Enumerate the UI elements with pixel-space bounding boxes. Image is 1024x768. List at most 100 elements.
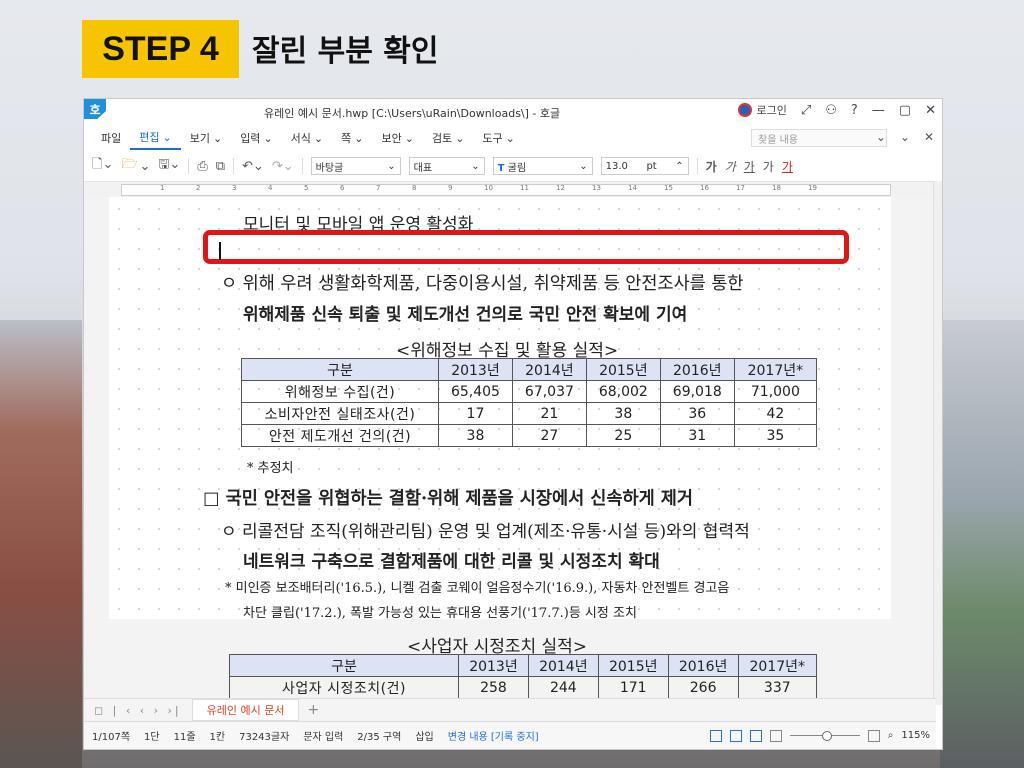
table-cell: 67,037 bbox=[511, 380, 587, 403]
chevron-down-icon: ⌄ bbox=[354, 131, 364, 145]
table-row: 안전 제도개선 건의(건) 38 27 25 31 35 bbox=[241, 424, 818, 447]
ruler-tick: 5 bbox=[304, 184, 309, 192]
redo-icon[interactable]: ↷⌄ bbox=[272, 159, 294, 174]
strikethrough-button[interactable]: 가 bbox=[763, 158, 774, 175]
toolbar-divider bbox=[696, 158, 698, 174]
menu-security[interactable]: 보안 ⌄ bbox=[372, 125, 422, 151]
chevron-down-icon: ⌄ bbox=[455, 131, 465, 145]
new-document-icon[interactable]: 🗋⌄ bbox=[92, 155, 113, 177]
spinner-icon[interactable]: ⌃ bbox=[675, 161, 683, 172]
ribbon-close-icon[interactable]: ✕ bbox=[924, 130, 934, 144]
zoom-level[interactable]: 115% bbox=[901, 730, 930, 741]
table-cell: 337 bbox=[737, 676, 818, 699]
view-width-icon[interactable] bbox=[729, 729, 742, 742]
magnifier-icon[interactable]: ⌕ bbox=[888, 730, 894, 741]
style-select[interactable]: 바탕글 ⌄ bbox=[310, 157, 401, 175]
table-header-row: 구분 2013년 2014년 2015년 2016년 2017년* bbox=[241, 358, 818, 381]
chevron-down-icon: ⌄ bbox=[404, 131, 414, 145]
font-size-input[interactable]: 13.0 pt ⌃ bbox=[600, 157, 689, 175]
table-cell: 사업자 시정조치(건) bbox=[229, 676, 459, 699]
table-header-cell: 2014년 bbox=[511, 358, 587, 381]
menu-view[interactable]: 보기 ⌄ bbox=[181, 125, 231, 151]
text-cursor bbox=[219, 242, 221, 260]
status-char-count: 73243글자 bbox=[239, 732, 290, 743]
language-select[interactable]: 대표 ⌄ bbox=[408, 157, 485, 175]
ribbon-toggle-icon[interactable]: ⌄ bbox=[900, 130, 910, 144]
status-insert[interactable]: 삽입 bbox=[415, 728, 433, 743]
save-icon[interactable]: 🖫⌄ bbox=[158, 155, 180, 177]
fullscreen-icon[interactable]: ⤢ bbox=[801, 103, 811, 118]
document-area[interactable]: 모니터 및 모바일 앱 운영 활성화 ㅇ 위해 우려 생활화학제품, 다중이용시… bbox=[84, 197, 936, 705]
ruler-tick: 8 bbox=[412, 184, 417, 192]
view-single-icon[interactable] bbox=[769, 729, 782, 742]
minimize-button[interactable]: — bbox=[872, 103, 885, 118]
undo-icon[interactable]: ↶⌄ bbox=[242, 159, 264, 174]
toolbar-divider bbox=[188, 158, 190, 174]
status-mode: 문자 입력 bbox=[303, 732, 344, 743]
find-input[interactable]: 찾을 내용 bbox=[751, 129, 887, 147]
ruler-tick: 10 bbox=[484, 184, 493, 192]
chevron-down-icon: ⌄ bbox=[212, 131, 223, 145]
table-cell: 27 bbox=[511, 424, 587, 447]
view-full-icon[interactable] bbox=[749, 729, 762, 742]
table-cell: 42 bbox=[733, 402, 818, 425]
zoom-controls: ⌕ 115% bbox=[709, 729, 930, 742]
ruler-scale: 1 2 3 4 5 6 7 8 9 10 11 12 13 14 15 16 1… bbox=[121, 184, 891, 196]
menu-tools[interactable]: 도구 ⌄ bbox=[473, 125, 523, 151]
doc-bullet2-line2: 네트워크 구축으로 결함제품에 대한 리콜 및 시정조치 확대 bbox=[243, 552, 660, 572]
add-tab-button[interactable]: + bbox=[307, 702, 319, 718]
hand-icon[interactable]: ⚇ bbox=[825, 103, 837, 118]
tab-document[interactable]: 유레인 예시 문서 bbox=[191, 699, 300, 721]
open-folder-icon[interactable]: 🗁 ⌄ bbox=[121, 155, 150, 177]
help-icon[interactable]: ? bbox=[851, 103, 858, 118]
zoom-fit-icon[interactable] bbox=[867, 729, 880, 742]
table-header-cell: 구분 bbox=[229, 654, 459, 677]
ruler-tick: 15 bbox=[664, 184, 673, 192]
menu-page[interactable]: 쪽 ⌄ bbox=[332, 125, 372, 151]
font-color-button[interactable]: 가 bbox=[782, 158, 793, 175]
status-track-changes[interactable]: 변경 내용 [기록 중지] bbox=[448, 728, 539, 743]
table-cell: 35 bbox=[733, 424, 818, 447]
table-cell: 65,405 bbox=[438, 380, 513, 403]
preview-icon[interactable]: ⧉ bbox=[216, 159, 225, 174]
ruler-tick: 17 bbox=[736, 184, 745, 192]
underline-button[interactable]: 가 bbox=[744, 158, 755, 175]
status-section[interactable]: 2/35 구역 bbox=[357, 728, 401, 743]
vertical-scrollbar[interactable] bbox=[933, 181, 942, 705]
italic-button[interactable]: 가 bbox=[725, 158, 736, 175]
chevron-down-icon: ⌄ bbox=[162, 130, 172, 144]
maximize-button[interactable]: ▢ bbox=[899, 103, 911, 118]
menu-file[interactable]: 파일 bbox=[92, 125, 130, 151]
ruler-tick: 18 bbox=[772, 184, 781, 192]
font-select[interactable]: T 굴림 ⌄ bbox=[492, 157, 593, 175]
table-cell: 38 bbox=[438, 424, 513, 447]
ruler-tick: 13 bbox=[592, 184, 601, 192]
menu-format[interactable]: 서식 ⌄ bbox=[282, 125, 332, 151]
menu-insert[interactable]: 입력 ⌄ bbox=[231, 125, 281, 151]
ruler-tick: 9 bbox=[448, 184, 453, 192]
tab-navigation[interactable]: ◻ | ‹ ‹ › ›| bbox=[94, 704, 182, 717]
note2-line2: 차단 클립('17.2.), 폭발 가능성 있는 휴대용 선풍기('17.7.)… bbox=[243, 606, 637, 621]
chevron-down-icon: ⌄ bbox=[505, 131, 515, 145]
table-harm-info: 구분 2013년 2014년 2015년 2016년 2017년* 위해정보 수… bbox=[241, 358, 818, 447]
status-line: 11줄 bbox=[173, 732, 196, 743]
chevron-down-icon: ⌄ bbox=[263, 131, 273, 145]
view-page-icon[interactable] bbox=[709, 729, 722, 742]
close-button[interactable]: ✕ bbox=[925, 103, 936, 118]
zoom-slider[interactable] bbox=[789, 731, 860, 741]
status-bar: 1/107쪽 1단 11줄 1칸 73243글자 문자 입력 2/35 구역 삽… bbox=[84, 721, 936, 749]
bold-button[interactable]: 가 bbox=[706, 158, 717, 175]
chevron-down-icon: ⌄ bbox=[579, 160, 588, 172]
table-header-cell: 2013년 bbox=[438, 358, 513, 381]
app-icon[interactable]: 호 bbox=[84, 99, 106, 119]
table-cell: 244 bbox=[527, 676, 599, 699]
menu-edit[interactable]: 편집 ⌄ bbox=[130, 126, 181, 150]
doc-bullet2-line1: ㅇ 리콜전담 조직(위해관리팀) 운영 및 업계(제조·유통·시설 등)와의 협… bbox=[221, 522, 750, 542]
zoom-slider-handle[interactable] bbox=[821, 731, 832, 741]
login-button[interactable]: 로그인 bbox=[738, 102, 787, 118]
status-page[interactable]: 1/107쪽 bbox=[92, 728, 130, 743]
find-dropdown-icon[interactable]: ⌄ bbox=[876, 130, 886, 144]
document-page[interactable]: 모니터 및 모바일 앱 운영 활성화 ㅇ 위해 우려 생활화학제품, 다중이용시… bbox=[109, 197, 891, 699]
menu-review[interactable]: 검토 ⌄ bbox=[423, 125, 473, 151]
print-icon[interactable]: ⎙ bbox=[197, 159, 207, 174]
